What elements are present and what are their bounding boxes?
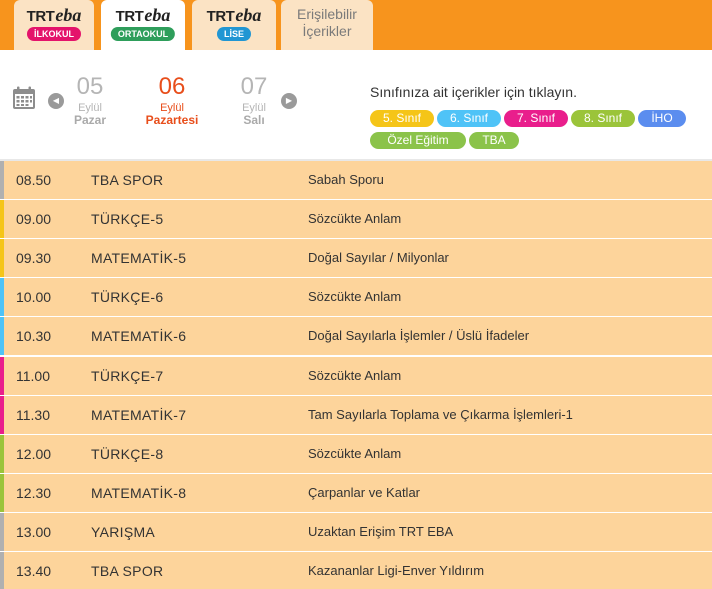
- chip-5-sinif[interactable]: 5. Sınıf: [370, 110, 434, 127]
- schedule-row[interactable]: 09.30 MATEMATİK-5 Doğal Sayılar / Milyonla…: [0, 239, 712, 277]
- tab-lise[interactable]: TRTeba LİSE: [192, 0, 276, 50]
- schedule-time: 13.00: [16, 524, 52, 540]
- chip-ozel-egitim[interactable]: Özel Eğitim: [370, 132, 466, 149]
- schedule-course: TÜRKÇE-5: [91, 211, 164, 227]
- trt-eba-logo: TRTeba: [206, 5, 262, 25]
- schedule-row[interactable]: 11.00 TÜRKÇE-7 Sözcükte Anlam: [0, 357, 712, 395]
- class-select-hint: Sınıfınıza ait içerikler için tıklayın.: [370, 84, 577, 100]
- level-badge-ilkokul: İLKOKUL: [27, 27, 81, 41]
- schedule-row[interactable]: 12.30 MATEMATİK-8 Çarpanlar ve Katlar: [0, 474, 712, 512]
- date-item-07[interactable]: 07 Eylül Salı: [219, 72, 289, 127]
- schedule-course: MATEMATİK-7: [91, 407, 187, 423]
- schedule-time: 09.00: [16, 211, 52, 227]
- date-item-05[interactable]: 05 Eylül Pazar: [55, 72, 125, 127]
- schedule-row[interactable]: 13.40 TBA SPOR Kazananlar Ligi-Enver Yıldı…: [0, 552, 712, 589]
- chip-6-sinif[interactable]: 6. Sınıf: [437, 110, 501, 127]
- schedule-topic: Sözcükte Anlam: [308, 446, 402, 461]
- tab-accessible-line1: Erişilebilir: [297, 6, 357, 22]
- schedule-row[interactable]: 12.00 TÜRKÇE-8 Sözcükte Anlam: [0, 435, 712, 473]
- schedule-time: 13.40: [16, 563, 52, 579]
- schedule-time: 12.30: [16, 485, 52, 501]
- schedule-row[interactable]: 10.00 TÜRKÇE-6 Sözcükte Anlam: [0, 278, 712, 316]
- schedule-time: 10.00: [16, 289, 52, 305]
- schedule-row[interactable]: 09.00 TÜRKÇE-5 Sözcükte Anlam: [0, 200, 712, 238]
- schedule-time: 11.30: [16, 407, 50, 423]
- schedule-course: TBA SPOR: [91, 563, 164, 579]
- date-item-06-selected[interactable]: 06 Eylül Pazartesi: [137, 72, 207, 127]
- chip-tba[interactable]: TBA: [469, 132, 519, 149]
- level-badge-ortaokul: ORTAOKUL: [110, 27, 176, 41]
- schedule-course: TÜRKÇE-7: [91, 368, 164, 384]
- schedule-time: 11.00: [16, 368, 50, 384]
- schedule-time: 12.00: [16, 446, 52, 462]
- schedule-course: TBA SPOR: [91, 172, 164, 188]
- schedule-course: TÜRKÇE-8: [91, 446, 164, 462]
- schedule-course: MATEMATİK-6: [91, 328, 187, 344]
- schedule-row[interactable]: 08.50 TBA SPOR Sabah Sporu: [0, 161, 712, 199]
- top-nav-bar: TRTeba İLKOKUL TRTeba ORTAOKUL TRTeba Lİ…: [0, 0, 712, 50]
- schedule-row[interactable]: 13.00 YARIŞMA Uzaktan Erişim TRT EBA: [0, 513, 712, 551]
- chip-8-sinif[interactable]: 8. Sınıf: [571, 110, 635, 127]
- schedule-topic: Sözcükte Anlam: [308, 368, 402, 383]
- schedule-time: 10.30: [16, 328, 52, 344]
- schedule-course: TÜRKÇE-6: [91, 289, 164, 305]
- schedule-row[interactable]: 11.30 MATEMATİK-7 Tam Sayılarla Toplama ve…: [0, 396, 712, 434]
- tab-accessible-line2: İçerikler: [302, 23, 352, 39]
- schedule-course: MATEMATİK-8: [91, 485, 187, 501]
- schedule-topic: Çarpanlar ve Katlar: [308, 485, 420, 500]
- schedule-row[interactable]: 10.30 MATEMATİK-6 Doğal Sayılarla İşlemler…: [0, 317, 712, 355]
- schedule-topic: Sözcükte Anlam: [308, 211, 402, 226]
- schedule-topic: Sabah Sporu: [308, 172, 384, 187]
- schedule-time: 08.50: [16, 172, 52, 188]
- schedule-topic: Kazananlar Ligi-Enver Yıldırım: [308, 563, 485, 578]
- chip-7-sinif[interactable]: 7. Sınıf: [504, 110, 568, 127]
- schedule-course: MATEMATİK-5: [91, 250, 187, 266]
- schedule-topic: Uzaktan Erişim TRT EBA: [308, 524, 454, 539]
- trt-eba-logo: TRTeba: [115, 5, 171, 25]
- level-badge-lise: LİSE: [216, 27, 252, 41]
- schedule-topic: Doğal Sayılarla İşlemler / Üslü İfadeler: [308, 328, 530, 343]
- schedule-topic: Doğal Sayılar / Milyonlar: [308, 250, 449, 265]
- schedule-course: YARIŞMA: [91, 524, 156, 540]
- tab-accessible-content[interactable]: Erişilebilir İçerikler: [281, 0, 373, 50]
- chip-iho[interactable]: İHO: [638, 110, 686, 127]
- tab-ilkokul[interactable]: TRTeba İLKOKUL: [14, 0, 94, 50]
- trt-eba-logo: TRTeba: [26, 5, 82, 25]
- tab-ortaokul[interactable]: TRTeba ORTAOKUL: [101, 0, 185, 50]
- schedule-topic: Tam Sayılarla Toplama ve Çıkarma İşlemle…: [308, 407, 573, 422]
- schedule-topic: Sözcükte Anlam: [308, 289, 402, 304]
- calendar-icon[interactable]: [12, 86, 36, 110]
- schedule-time: 09.30: [16, 250, 52, 266]
- chevron-right-icon[interactable]: ▶: [281, 93, 297, 109]
